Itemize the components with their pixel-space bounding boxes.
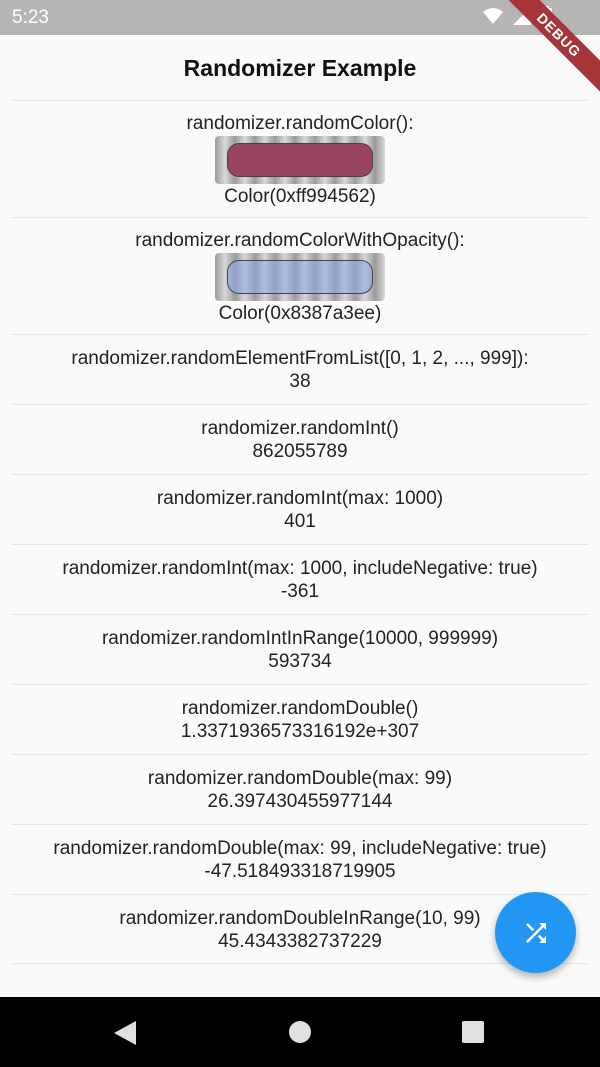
item-value: 401 — [284, 511, 316, 532]
page-title: Randomizer Example — [183, 54, 417, 81]
shuffle-icon — [525, 922, 546, 943]
item-label: randomizer.randomDouble(max: 99) — [147, 768, 453, 789]
item-value: 38 — [289, 371, 311, 392]
list-item-random-double: randomizer.randomDouble() 1.337193657331… — [12, 684, 588, 754]
item-label: randomizer.randomDouble() — [181, 698, 419, 719]
app-bar: Randomizer Example — [0, 35, 600, 101]
item-label: randomizer.randomInt(max: 1000) — [156, 488, 444, 509]
item-label: randomizer.randomIntInRange(10000, 99999… — [101, 628, 499, 649]
list-item-random-int-max: randomizer.randomInt(max: 1000) 401 — [12, 474, 588, 544]
item-label: randomizer.randomColorWithOpacity(): — [135, 230, 465, 251]
item-label: randomizer.randomDouble(max: 99, include… — [53, 838, 547, 859]
color-swatch — [227, 260, 373, 294]
item-label: randomizer.randomElementFromList([0, 1, … — [71, 348, 529, 369]
color-swatch-frame — [215, 253, 385, 301]
item-value: -361 — [280, 581, 320, 602]
item-value: -47.518493318719905 — [204, 861, 396, 882]
wifi-icon — [483, 8, 503, 24]
color-swatch-frame — [215, 136, 385, 184]
list-item-random-color: randomizer.randomColor(): Color(0xff9945… — [12, 100, 588, 217]
battery-icon — [541, 6, 552, 26]
item-value: 26.397430455977144 — [207, 791, 393, 812]
status-icons — [483, 6, 552, 26]
list-item-random-color-with-opacity: randomizer.randomColorWithOpacity(): Col… — [12, 217, 588, 334]
status-time: 5:23 — [12, 7, 49, 28]
color-swatch — [227, 143, 373, 177]
shuffle-fab-button[interactable] — [495, 892, 576, 973]
status-bar: 5:23 — [0, 0, 600, 35]
item-label: randomizer.randomInt() — [201, 418, 399, 439]
list-item-random-double-max: randomizer.randomDouble(max: 99) 26.3974… — [12, 754, 588, 824]
item-value: Color(0x8387a3ee) — [218, 303, 382, 324]
item-value: 862055789 — [252, 441, 348, 462]
signal-icon — [513, 7, 531, 25]
list-item-random-int-in-range: randomizer.randomIntInRange(10000, 99999… — [12, 614, 588, 684]
recent-square-icon[interactable] — [462, 1021, 484, 1043]
home-circle-icon[interactable] — [289, 1021, 311, 1043]
list-item-random-element-from-list: randomizer.randomElementFromList([0, 1, … — [12, 334, 588, 404]
list-item-random-int: randomizer.randomInt() 862055789 — [12, 404, 588, 474]
item-label: randomizer.randomInt(max: 1000, includeN… — [62, 558, 538, 579]
list-item-random-int-negative: randomizer.randomInt(max: 1000, includeN… — [12, 544, 588, 614]
back-triangle-icon[interactable] — [114, 1021, 136, 1045]
item-value: 593734 — [268, 651, 332, 672]
item-value: Color(0xff994562) — [224, 186, 376, 207]
system-nav-bar — [0, 997, 600, 1067]
result-list: randomizer.randomColor(): Color(0xff9945… — [12, 100, 588, 964]
list-item-random-double-negative: randomizer.randomDouble(max: 99, include… — [12, 824, 588, 894]
item-label: randomizer.randomColor(): — [186, 113, 414, 134]
item-value: 1.3371936573316192e+307 — [180, 721, 420, 742]
